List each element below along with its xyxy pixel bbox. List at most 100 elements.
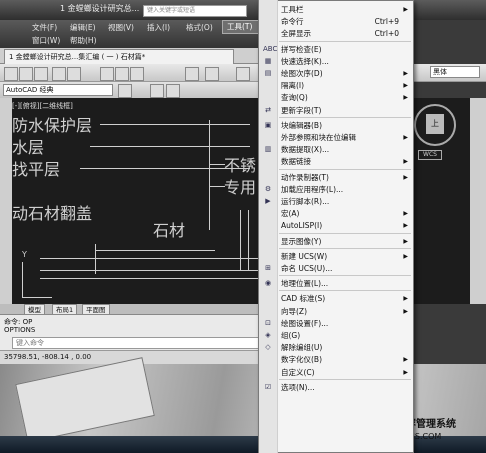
menu-item[interactable]: ⊡ 绘图设置(F)...: [259, 317, 413, 330]
menu-item[interactable]: 外部参照和块在位编辑 ▶: [259, 131, 413, 144]
settings-icon[interactable]: [118, 84, 132, 98]
menu-separator: [279, 40, 411, 42]
cut-icon[interactable]: [100, 67, 114, 81]
font-select[interactable]: 黑体: [430, 66, 480, 78]
menu-item-icon: ◈: [265, 331, 271, 339]
menu-item[interactable]: ▶ 运行脚本(R)...: [259, 195, 413, 208]
menu-tools[interactable]: 工具(T): [222, 20, 260, 34]
menu-insert[interactable]: 插入(I): [147, 22, 170, 33]
menu-edit[interactable]: 编辑(E): [70, 22, 96, 33]
submenu-arrow-icon: ▶: [403, 94, 408, 102]
menu-item[interactable]: ◇ 解除编组(U): [259, 341, 413, 354]
section-line: [40, 278, 260, 279]
pan-icon[interactable]: [236, 67, 250, 81]
menu-separator: [279, 378, 411, 380]
menu-item[interactable]: 查询(Q) ▶: [259, 91, 413, 104]
command-input[interactable]: 键入命令: [12, 337, 260, 349]
menu-item[interactable]: ▥ 数据提取(X)...: [259, 143, 413, 156]
menu-item[interactable]: 显示图像(Y) ▶: [259, 235, 413, 248]
menu-item[interactable]: 隔离(I) ▶: [259, 79, 413, 92]
annotation-text: 石材: [153, 221, 186, 240]
menu-view[interactable]: 视图(V): [108, 22, 134, 33]
workspace-select[interactable]: AutoCAD 经典: [3, 84, 113, 96]
annotation-text: 找平层: [12, 160, 61, 179]
menu-item-label: 显示图像(Y): [281, 236, 322, 246]
menu-item[interactable]: ABC 拼写检查(E): [259, 43, 413, 56]
menu-item[interactable]: 新建 UCS(W) ▶: [259, 250, 413, 263]
menu-item[interactable]: CAD 标准(S) ▶: [259, 292, 413, 305]
save-icon[interactable]: [34, 67, 48, 81]
open-file-icon[interactable]: [19, 67, 33, 81]
submenu-arrow-icon: ▶: [403, 252, 408, 260]
menu-item-label: 解除编组(U): [281, 343, 323, 353]
wcs-menu[interactable]: WCS: [418, 150, 442, 160]
menu-item-label: 动作录制器(T): [281, 172, 329, 182]
menu-item-label: 全屏显示: [281, 29, 311, 39]
copy-icon[interactable]: [115, 67, 129, 81]
menu-item[interactable]: 数字化仪(B) ▶: [259, 353, 413, 366]
submenu-arrow-icon: ▶: [403, 307, 408, 315]
menu-item[interactable]: ◈ 组(G): [259, 329, 413, 342]
submenu-arrow-icon: ▶: [403, 368, 408, 376]
menu-item-label: 块编辑器(B): [281, 120, 322, 130]
paste-icon[interactable]: [130, 67, 144, 81]
menu-item[interactable]: ☑ 选项(N)...: [259, 381, 413, 394]
left-tool-palette[interactable]: [0, 98, 12, 304]
annotation-text: 不锈: [224, 156, 257, 175]
menu-window[interactable]: 窗口(W): [32, 35, 60, 46]
search-input[interactable]: 键入关键字或短语: [143, 5, 247, 17]
menu-item-label: 外部参照和块在位编辑: [281, 133, 356, 142]
print-icon[interactable]: [52, 67, 66, 81]
menu-item[interactable]: ◉ 地理位置(L)...: [259, 277, 413, 290]
menu-item[interactable]: AutoLISP(I) ▶: [259, 219, 413, 232]
menu-help[interactable]: 帮助(H): [70, 35, 97, 46]
menu-item[interactable]: ▣ 块编辑器(B): [259, 119, 413, 132]
menu-item[interactable]: 工具栏 ▶: [259, 3, 413, 16]
viewport-label[interactable]: [-][俯视][二维线框]: [12, 101, 73, 111]
menu-item-label: 选项(N)...: [281, 382, 315, 392]
menu-item[interactable]: 全屏显示 Ctrl+0: [259, 27, 413, 40]
menu-item-icon: ▤: [264, 69, 272, 77]
right-tool-palette[interactable]: [470, 98, 486, 304]
menu-separator: [279, 116, 411, 118]
menu-file[interactable]: 文件(F): [32, 22, 57, 33]
section-line: [240, 210, 241, 270]
ucs-icon: [22, 262, 23, 298]
redo-icon[interactable]: [205, 67, 219, 81]
submenu-arrow-icon: ▶: [403, 295, 408, 303]
menu-item[interactable]: 命令行 Ctrl+9: [259, 15, 413, 28]
menu-separator: [279, 290, 411, 292]
menu-item[interactable]: ▦ 快速选择(K)...: [259, 55, 413, 68]
submenu-arrow-icon: ▶: [403, 158, 408, 166]
leader-line: [209, 120, 210, 230]
menu-item-label: 地理位置(L)...: [281, 279, 329, 289]
menu-item-label: 绘图设置(F)...: [281, 318, 329, 328]
menu-item-icon: ⊡: [265, 318, 271, 327]
layer-state-icon[interactable]: [166, 84, 180, 98]
menu-item-label: 查询(Q): [281, 93, 308, 103]
menu-item[interactable]: 宏(A) ▶: [259, 207, 413, 220]
menu-item[interactable]: 向导(Z) ▶: [259, 305, 413, 318]
layer-icon[interactable]: [150, 84, 164, 98]
new-file-icon[interactable]: [4, 67, 18, 81]
menu-item[interactable]: 自定义(C) ▶: [259, 366, 413, 379]
menu-format[interactable]: 格式(O): [186, 22, 213, 33]
tab-active-document[interactable]: 1 金螳螂设计研究总...集汇编 ( 一 ) 石材篇*: [4, 49, 234, 64]
menu-item[interactable]: 动作录制器(T) ▶: [259, 171, 413, 184]
menu-item[interactable]: ⊞ 命名 UCS(U)...: [259, 262, 413, 275]
menu-item[interactable]: 数据链接 ▶: [259, 155, 413, 168]
submenu-arrow-icon: ▶: [403, 210, 408, 218]
preview-icon[interactable]: [67, 67, 81, 81]
submenu-arrow-icon: ▶: [403, 70, 408, 77]
viewcube-face[interactable]: 上: [426, 114, 444, 134]
menu-item[interactable]: ⚙ 加载应用程序(L)...: [259, 183, 413, 196]
leader-line: [100, 124, 250, 125]
submenu-arrow-icon: ▶: [403, 222, 408, 230]
undo-icon[interactable]: [185, 67, 199, 81]
menu-item[interactable]: ▤ 绘图次序(D) ▶: [259, 67, 413, 80]
menu-item-icon: ⇄: [265, 105, 271, 114]
menu-item[interactable]: ⇄ 更新字段(T): [259, 104, 413, 117]
menu-item-label: 组(G): [281, 331, 301, 340]
menu-item-icon: ▶: [265, 197, 271, 205]
menu-item-label: 快速选择(K)...: [281, 56, 329, 66]
